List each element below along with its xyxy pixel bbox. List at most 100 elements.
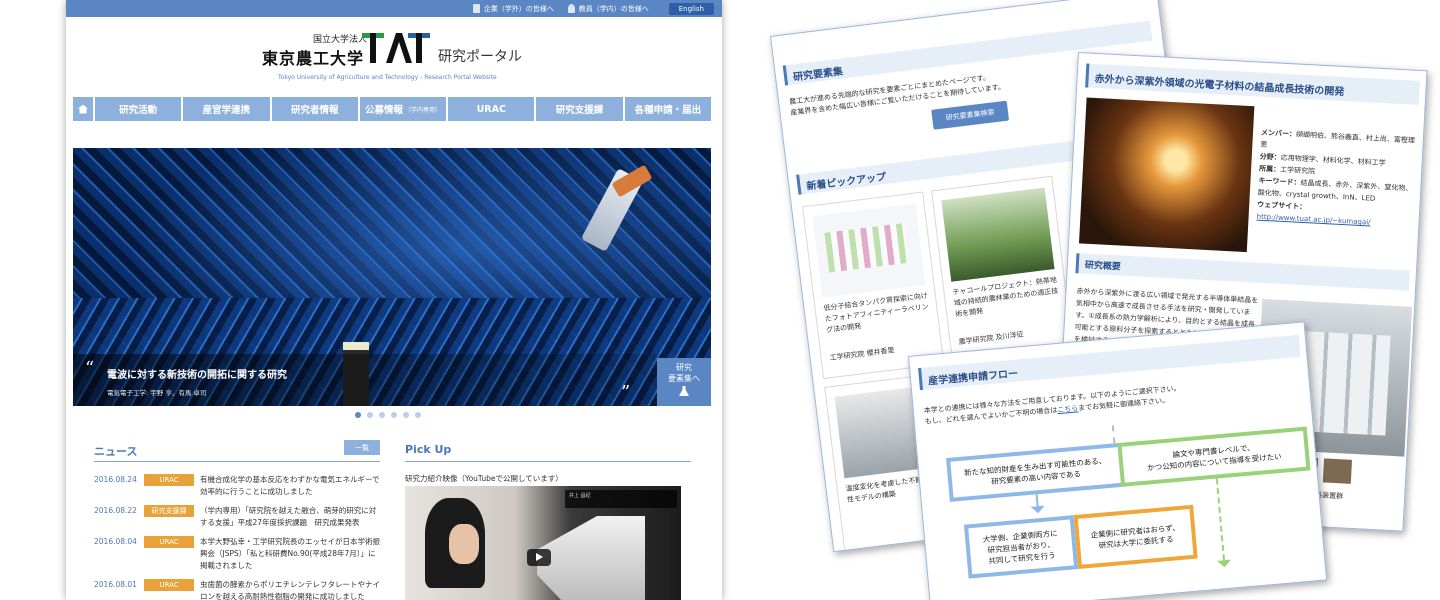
home-icon bbox=[78, 104, 88, 114]
flask-icon bbox=[679, 386, 689, 396]
dept-label: 所属： bbox=[1258, 164, 1281, 174]
news-more-button[interactable]: 一覧 bbox=[344, 440, 380, 455]
screenshot-stage: 企業（学外）の皆様へ 教員（学内）の皆様へ English 国立大学法人 東京農… bbox=[0, 0, 1440, 600]
slider-dot[interactable] bbox=[355, 412, 361, 418]
flow-box-commissioned[interactable]: 企業側に研究者はおらず、 研究は大学に委託する bbox=[1073, 504, 1198, 569]
summary-heading: 研究概要 bbox=[1075, 253, 1411, 291]
gallery-thumb[interactable] bbox=[1322, 458, 1353, 484]
crystal-growth-photo bbox=[1078, 97, 1255, 253]
slider-dot[interactable] bbox=[415, 412, 421, 418]
logo-corp: 国立大学法人 bbox=[313, 35, 368, 45]
flow-box-guidance[interactable]: 論文や専門書レベルで、 かつ公知の内容について指導を受けたい bbox=[1117, 426, 1311, 487]
home-button[interactable] bbox=[73, 97, 93, 121]
flow-box-joint-research[interactable]: 大学側、企業側両方に 研究担当者がおり、 共同して研究を行う bbox=[963, 515, 1079, 579]
global-nav: 研究活動 産官学連携 研究者情報 公募情報 （学内専用） URAC 研究支援課 各… bbox=[73, 97, 711, 121]
slider-dot[interactable] bbox=[379, 412, 385, 418]
news-date: 2016.08.24 bbox=[94, 475, 137, 484]
tile-author: 工学研究院 櫻井香里 bbox=[829, 346, 895, 363]
pickup-tile[interactable]: チャコールプロジェクト：熱帯地域の持続的農林業のための適正技術を開発 農学研究院… bbox=[931, 175, 1074, 364]
news-tag: URAC bbox=[144, 579, 194, 591]
site-logo[interactable]: 国立大学法人 東京農工大学 研究ポータル Tokyo University of… bbox=[66, 28, 722, 88]
pickup-video[interactable]: 井上 昌紀 bbox=[405, 486, 681, 600]
corp-link-label: 企業（学外）の皆様へ bbox=[483, 4, 554, 13]
tile-title: 低分子結合タンパク質探索に向けたフォトアフィニティーラベリング法の開発 bbox=[823, 291, 930, 335]
news-item[interactable]: 2016.08.24 URAC 有機合成化学の基本反応をわずかな電気エネルギーで… bbox=[94, 474, 380, 498]
news-item[interactable]: 2016.08.01 URAC 虫歯菌の酵素からポリエチレンテレフタレートやナイ… bbox=[94, 579, 380, 600]
nav-label: 研究者情報 bbox=[290, 105, 339, 116]
tile-author: 農学研究院 及川洋征 bbox=[958, 330, 1024, 347]
tile-title: チャコールプロジェクト：熱帯地域の持続的農林業のための適正技術を開発 bbox=[952, 275, 1059, 319]
dept-value: 工学研究院 bbox=[1279, 165, 1316, 176]
pickup-tile[interactable]: 低分子結合タンパク質探索に向けたフォトアフィニティーラベリング法の開発 工学研究… bbox=[802, 191, 945, 380]
news-header: ニュース 一覧 bbox=[94, 440, 380, 462]
slider-dot[interactable] bbox=[367, 412, 373, 418]
news-text[interactable]: 虫歯菌の酵素からポリエチレンテレフタレートやナイロンを越える高耐熱性樹脂の開発に… bbox=[200, 579, 380, 600]
portal-page: 企業（学外）の皆様へ 教員（学内）の皆様へ English 国立大学法人 東京農… bbox=[66, 0, 722, 600]
nav-label: 研究活動 bbox=[119, 105, 158, 116]
news-heading: ニュース bbox=[94, 445, 138, 458]
down-arrow-icon bbox=[1217, 559, 1232, 568]
news-text[interactable]: 本学大野弘幸・工学研究院長のエッセイが日本学術振興会（JSPS）「私と科研費No… bbox=[200, 536, 380, 572]
field-label: 分野： bbox=[1259, 152, 1281, 162]
nav-public-offering[interactable]: 公募情報 （学内専用） bbox=[359, 97, 447, 121]
news-text[interactable]: （学内専用）「研究院を越えた融合、萌芽的研究に対する支援」平成27年度採択課題 … bbox=[200, 505, 380, 529]
collab-flow-card: 産学連携申請フロー 本学との連携には様々な方法をご用意しております。以下のように… bbox=[908, 321, 1328, 600]
tile-image bbox=[812, 203, 926, 298]
news-item[interactable]: 2016.08.22 研究支援課 （学内専用）「研究院を越えた融合、萌芽的研究に… bbox=[94, 505, 380, 529]
news-tag: URAC bbox=[144, 474, 194, 486]
nav-urac[interactable]: URAC bbox=[448, 97, 535, 121]
slider-dots bbox=[355, 412, 421, 418]
nav-research-activity[interactable]: 研究活動 bbox=[95, 97, 182, 121]
english-button[interactable]: English bbox=[668, 2, 714, 15]
pickup-subtitle: 研究力紹介映像（YouTubeで公開しています） bbox=[405, 474, 563, 483]
nav-sub-label: （学内専用） bbox=[404, 106, 441, 114]
card2-title: 赤外から深紫外領域の光電子材料の結晶成長技術の開発 bbox=[1085, 63, 1420, 105]
logo-university-name: 東京農工大学 bbox=[262, 49, 365, 68]
staff-link[interactable]: 教員（学内）の皆様へ bbox=[567, 4, 649, 14]
nav-applications[interactable]: 各種申請・届出 bbox=[624, 97, 711, 121]
nav-research-support[interactable]: 研究支援課 bbox=[536, 97, 623, 121]
news-text[interactable]: 有機合成化学の基本反応をわずかな電気エネルギーで効率的に行うことに成功しました bbox=[200, 474, 380, 498]
slider-dot[interactable] bbox=[391, 412, 397, 418]
logo-english: Tokyo University of Agriculture and Tech… bbox=[278, 74, 497, 81]
nav-label: 公募情報 bbox=[364, 105, 403, 116]
research-elements-button[interactable]: 研究 要素集へ bbox=[657, 358, 711, 406]
tile-image bbox=[941, 187, 1055, 282]
researcher-figure bbox=[425, 498, 485, 588]
flow-box-research[interactable]: 新たな知的財産を生み出す可能性のある、 研究要素の高い内容である bbox=[946, 442, 1126, 502]
building-icon bbox=[472, 4, 480, 13]
top-bar: 企業（学外）の皆様へ 教員（学内）の皆様へ English bbox=[66, 0, 722, 17]
news-date: 2016.08.22 bbox=[94, 506, 137, 515]
nav-label: 各種申請・届出 bbox=[634, 105, 702, 116]
news-tag: URAC bbox=[144, 536, 194, 548]
news-item[interactable]: 2016.08.04 URAC 本学大野弘幸・工学研究院長のエッセイが日本学術振… bbox=[94, 536, 380, 572]
website-link[interactable]: http://www.tuat.ac.jp/~kumagai/ bbox=[1256, 213, 1370, 227]
play-icon[interactable] bbox=[527, 549, 551, 566]
keyword-label: キーワード： bbox=[1258, 176, 1301, 187]
nav-label: 研究支援課 bbox=[555, 105, 604, 116]
news-date: 2016.08.04 bbox=[94, 537, 137, 546]
staff-link-label: 教員（学内）の皆様へ bbox=[578, 4, 649, 13]
logo-portal-label: 研究ポータル bbox=[438, 49, 522, 65]
quote-open-icon: “ bbox=[85, 358, 95, 379]
research-meta: メンバー：纐纈明伯、熊谷義直、村上尚、富樫理恵 分野：応用物理学、材料化学、材料… bbox=[1256, 127, 1421, 231]
website-label: ウェブサイト： bbox=[1257, 200, 1307, 212]
corp-link[interactable]: 企業（学外）の皆様へ bbox=[472, 4, 554, 14]
pickup-header: Pick Up bbox=[405, 440, 691, 462]
down-arrow-icon bbox=[1030, 505, 1046, 514]
slider-dot[interactable] bbox=[403, 412, 409, 418]
pickup-heading: Pick Up bbox=[405, 443, 452, 456]
research-elements-search-button[interactable]: 研究要素集検索 bbox=[931, 100, 1010, 130]
nav-label: URAC bbox=[476, 103, 506, 115]
flow-connector bbox=[1035, 494, 1039, 507]
tat-logo-mark bbox=[362, 33, 430, 63]
nav-researcher-info[interactable]: 研究者情報 bbox=[271, 97, 358, 121]
news-date: 2016.08.01 bbox=[94, 580, 137, 589]
flow-connector bbox=[1111, 425, 1116, 444]
contact-link[interactable]: こちら bbox=[1057, 404, 1079, 414]
member-label: メンバー： bbox=[1260, 128, 1297, 139]
news-tag: 研究支援課 bbox=[144, 505, 194, 517]
card3-desc: 本学との連携には様々な方法をご用意しております。以下のようにご選択下さい。 もし… bbox=[923, 383, 1182, 427]
nav-industry-collab[interactable]: 産官学連携 bbox=[183, 97, 270, 121]
hero-slider[interactable]: “ 電波に対する新技術の開拓に関する研究 電気電子工学: 宇野 亨、有馬 卓司 … bbox=[73, 148, 711, 406]
